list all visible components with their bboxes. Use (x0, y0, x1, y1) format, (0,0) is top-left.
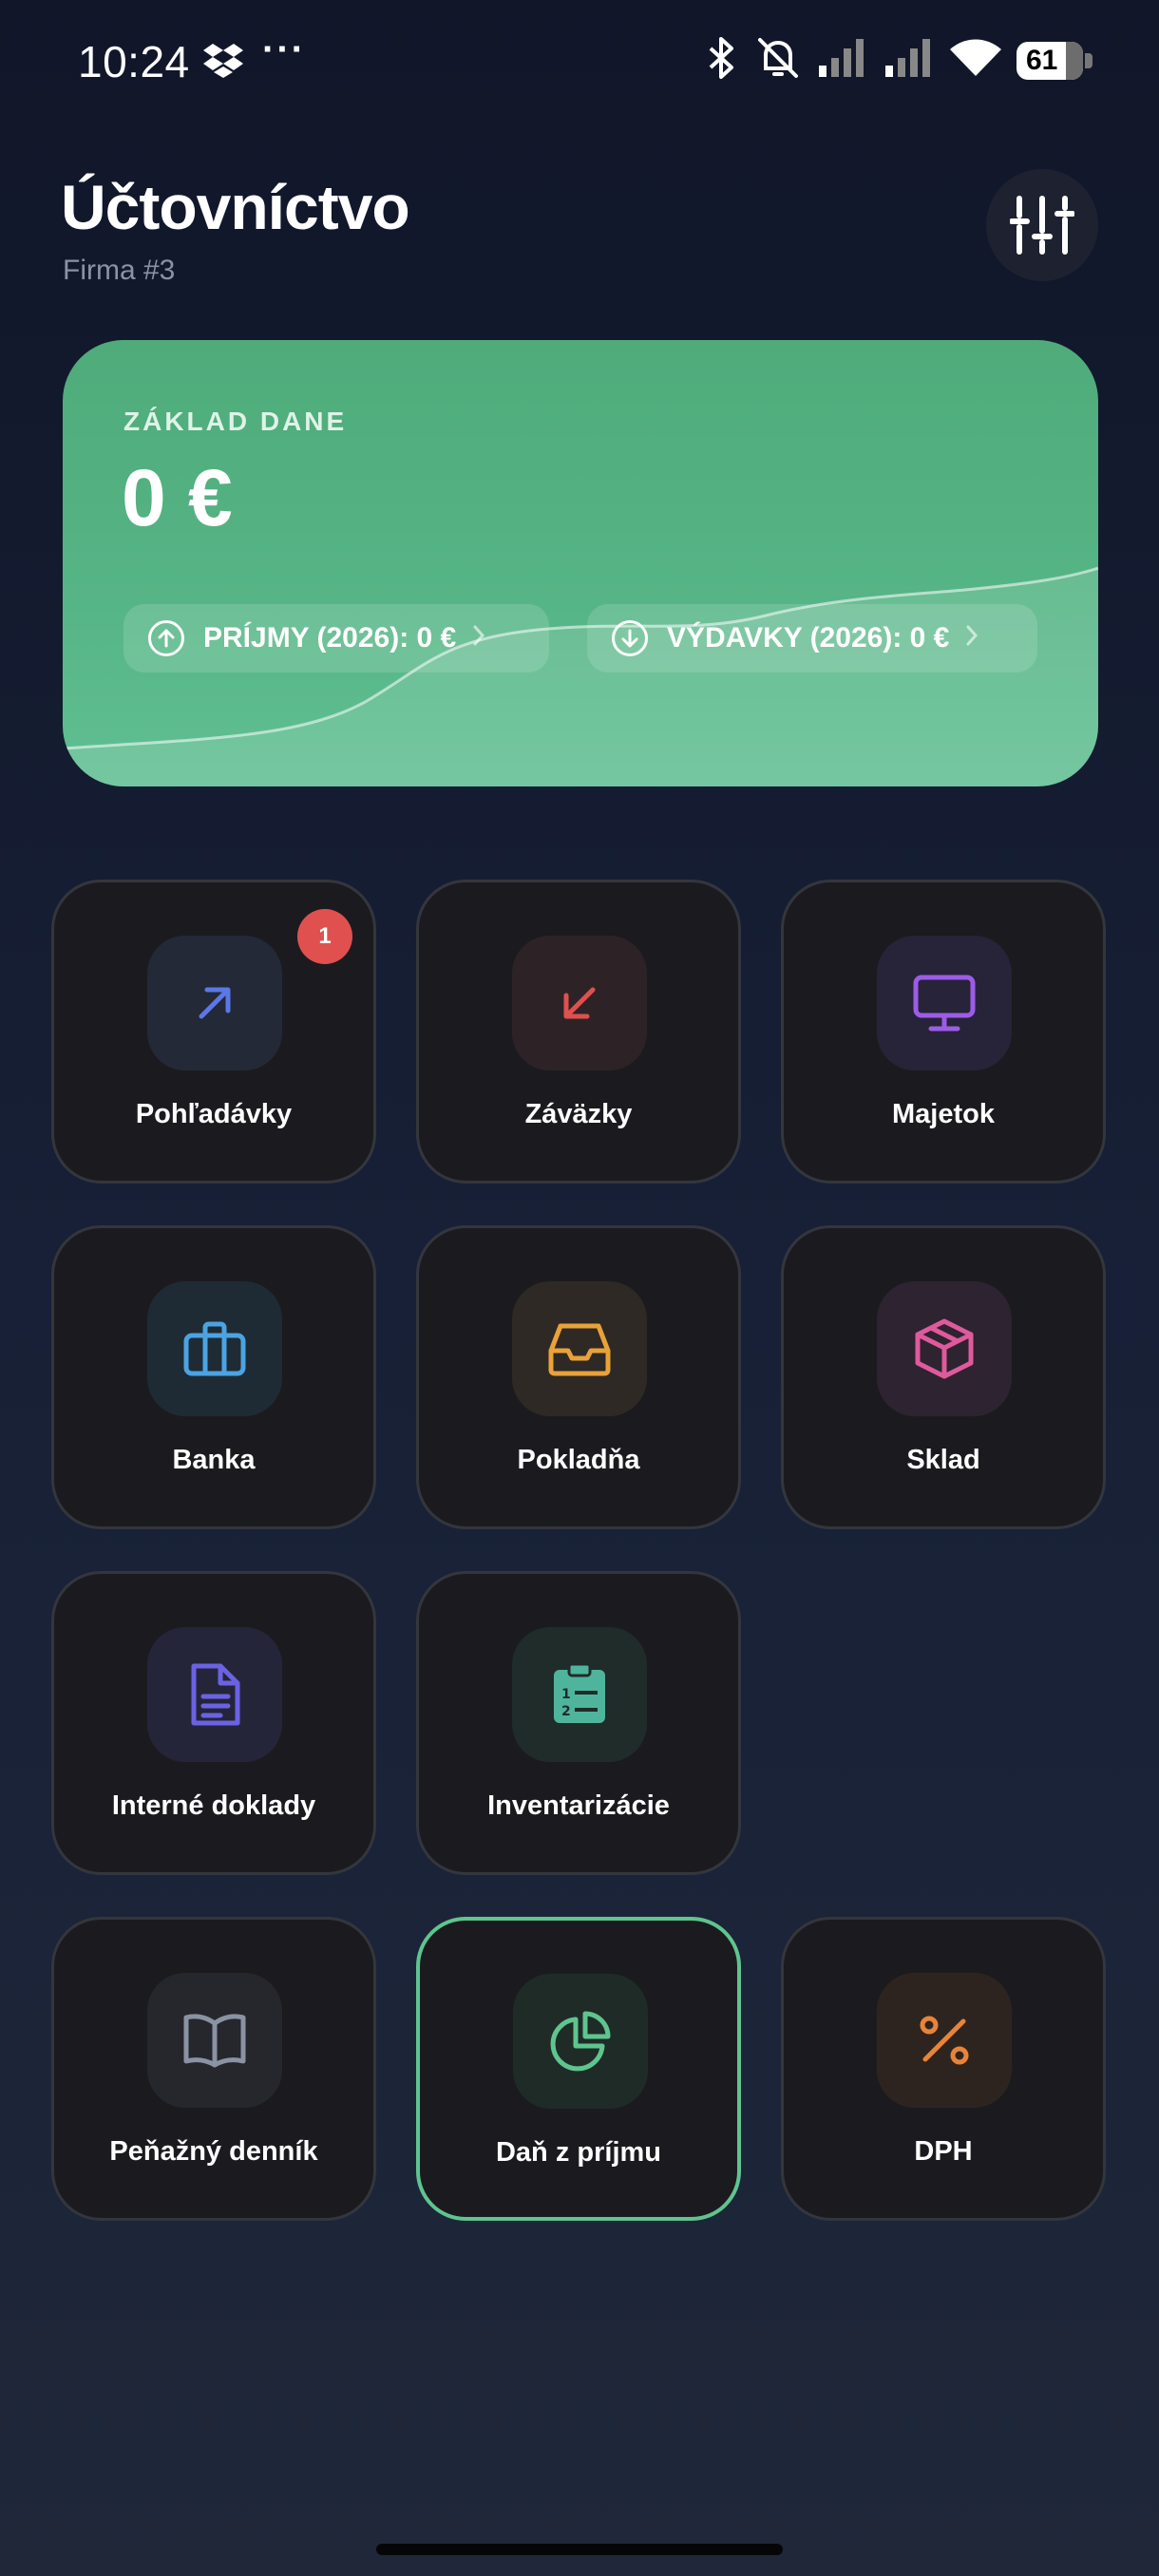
clipboard-list-icon: 1 2 (512, 1627, 647, 1762)
tile-label: Inventarizácie (487, 1790, 670, 1821)
income-button[interactable]: PRÍJMY (2026): 0 € (124, 604, 549, 672)
svg-text:2: 2 (561, 1704, 571, 1719)
package-box-icon (877, 1281, 1012, 1416)
monitor-icon (877, 936, 1012, 1070)
home-indicator[interactable] (376, 2544, 783, 2555)
settings-button[interactable] (986, 169, 1098, 281)
tile-vat[interactable]: DPH (781, 1917, 1106, 2221)
arrow-up-right-icon (147, 936, 282, 1070)
tile-label: Banka (172, 1445, 256, 1475)
status-time: 10:24 (78, 37, 190, 86)
document-icon (147, 1627, 282, 1762)
wifi-icon (950, 38, 1001, 83)
chevron-right-icon (964, 622, 979, 654)
tile-bank[interactable]: Banka (51, 1225, 376, 1529)
arrow-down-left-icon (512, 936, 647, 1070)
page-title: Účtovníctvo (61, 172, 410, 242)
income-label: PRÍJMY (2026): 0 € (203, 622, 457, 653)
tile-internal-documents[interactable]: Interné doklady (51, 1571, 376, 1875)
sliders-icon (1010, 196, 1074, 255)
tile-cash-journal[interactable]: Peňažný denník (51, 1917, 376, 2221)
tile-label: Peňažný denník (109, 2136, 318, 2167)
tile-receivables[interactable]: 1 Pohľadávky (51, 880, 376, 1184)
open-book-icon (147, 1973, 282, 2108)
tax-base-label: ZÁKLAD DANE (124, 407, 348, 436)
tile-label: Interné doklady (111, 1790, 316, 1821)
tile-label: Pokladňa (517, 1445, 640, 1475)
company-subtitle: Firma #3 (63, 255, 176, 286)
signal-1-icon (817, 39, 868, 82)
tile-label: Majetok (892, 1099, 995, 1129)
muted-bell-icon (754, 36, 802, 85)
inbox-tray-icon (512, 1281, 647, 1416)
percent-icon (877, 1973, 1012, 2108)
battery-level: 61 (1026, 44, 1058, 76)
tile-payables[interactable]: Záväzky (416, 880, 741, 1184)
bluetooth-icon (705, 36, 739, 85)
tile-income-tax[interactable]: Daň z príjmu (416, 1917, 741, 2221)
tile-label: Sklad (906, 1445, 980, 1475)
arrow-down-circle-icon (612, 620, 648, 656)
briefcase-icon (147, 1281, 282, 1416)
chevron-right-icon (471, 622, 486, 654)
tile-inventory[interactable]: 1 2 Inventarizácie (416, 1571, 741, 1875)
arrow-up-circle-icon (148, 620, 184, 656)
svg-text:1: 1 (561, 1687, 571, 1702)
expense-label: VÝDAVKY (2026): 0 € (667, 622, 950, 653)
expense-button[interactable]: VÝDAVKY (2026): 0 € (587, 604, 1037, 672)
tile-label: Daň z príjmu (495, 2137, 661, 2168)
tile-label: Záväzky (524, 1099, 633, 1129)
notification-badge: 1 (297, 909, 352, 964)
signal-2-icon (884, 39, 935, 82)
tax-base-amount: 0 € (122, 453, 233, 542)
tile-label: DPH (914, 2136, 973, 2167)
tile-cash-register[interactable]: Pokladňa (416, 1225, 741, 1529)
tax-base-card[interactable]: ZÁKLAD DANE 0 € PRÍJMY (2026): 0 € VÝDAV… (63, 340, 1098, 786)
dropbox-icon (203, 42, 243, 83)
tile-warehouse[interactable]: Sklad (781, 1225, 1106, 1529)
battery-icon: 61 (1016, 41, 1092, 80)
tile-assets[interactable]: Majetok (781, 880, 1106, 1184)
tile-label: Pohľadávky (135, 1099, 293, 1129)
more-notifications-icon: ··· (262, 28, 306, 70)
status-bar: 10:24 ··· 61 (0, 0, 1159, 123)
pie-chart-icon (513, 1974, 648, 2109)
